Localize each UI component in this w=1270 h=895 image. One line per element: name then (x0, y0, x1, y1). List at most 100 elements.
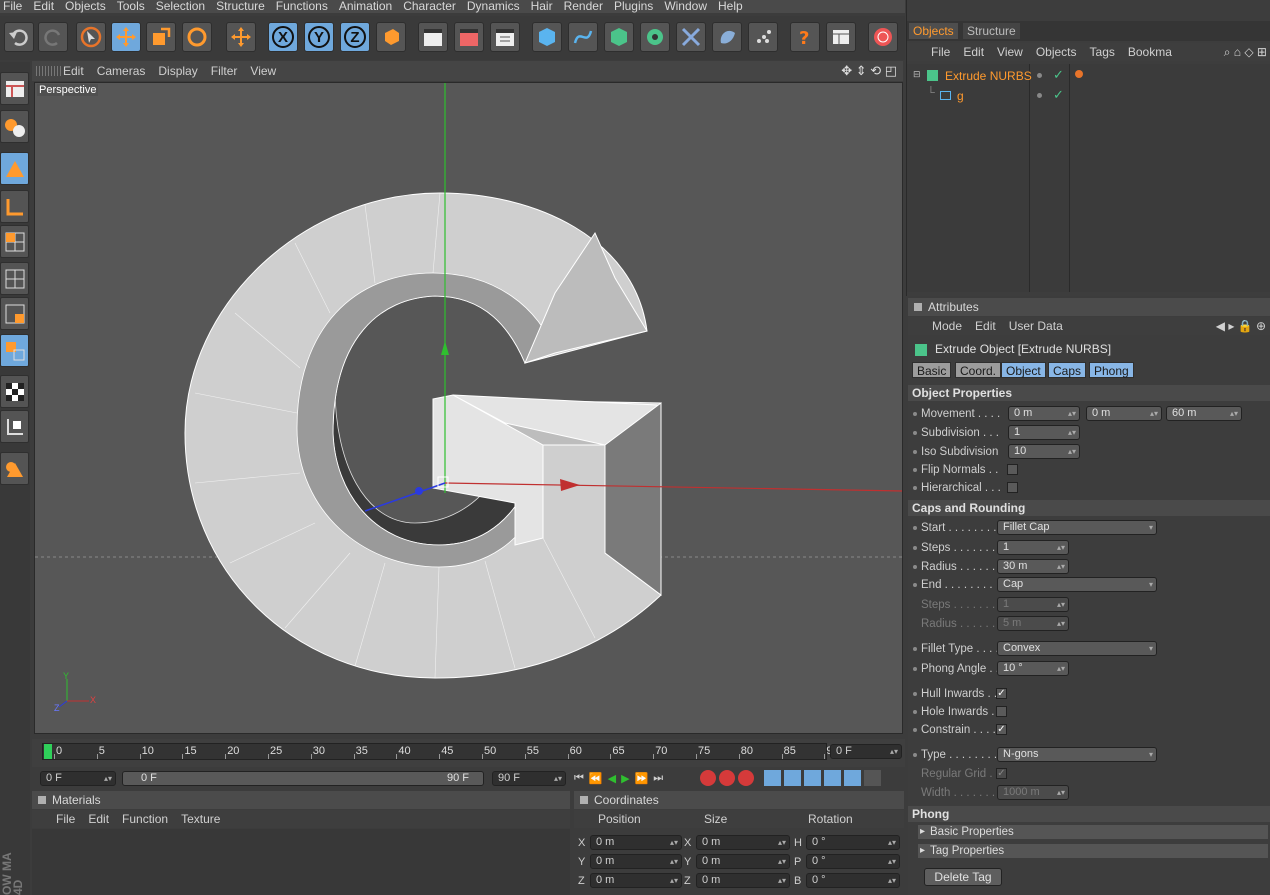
constrain-checkbox[interactable]: ✓ (996, 724, 1007, 735)
hole-inwards-checkbox[interactable] (996, 706, 1007, 717)
deformer-icon[interactable] (676, 22, 706, 52)
viewport-menu-cameras[interactable]: Cameras (97, 64, 159, 78)
menu-dynamics[interactable]: Dynamics (464, 0, 528, 13)
particles-icon[interactable] (748, 22, 778, 52)
tab-caps[interactable]: Caps (1048, 362, 1087, 378)
prev-key-icon[interactable]: ⏪ (589, 772, 603, 785)
enabled-check-icon[interactable]: ✓ (1053, 67, 1064, 83)
autokey-icon[interactable] (719, 770, 735, 786)
tree-row-extrude[interactable]: ⊟ Extrude NURBS ✓ (907, 67, 1269, 87)
model-mode-icon[interactable] (0, 110, 29, 143)
play-forward-icon[interactable]: ▶ (621, 772, 629, 785)
tab-phong[interactable]: Phong (1089, 362, 1134, 378)
object-name-g[interactable]: g (957, 89, 964, 103)
subdivision-field[interactable]: 1 ▴▾ (1008, 425, 1080, 440)
scene-object-icon[interactable] (712, 22, 742, 52)
workplane-icon[interactable] (0, 410, 29, 443)
objects-menu-tags[interactable]: Tags (1090, 45, 1128, 59)
menu-objects[interactable]: Objects (62, 0, 114, 13)
help-icon[interactable]: ? (790, 22, 820, 52)
objects-menu-file[interactable]: File (931, 45, 963, 59)
type-dropdown[interactable]: N-gons ▾ (997, 747, 1157, 762)
menu-file[interactable]: File (0, 0, 30, 13)
end-frame-field[interactable]: 90 F ▴▾ (492, 771, 566, 786)
radius-field[interactable]: 30 m ▴▾ (997, 559, 1069, 574)
delete-tag-button[interactable]: Delete Tag (924, 868, 1002, 886)
viewport-nav-icons[interactable]: ✥ ⇕ ⟲ ◰ (841, 63, 903, 79)
materials-area[interactable] (32, 829, 570, 895)
visibility-dot-icon-2[interactable] (1037, 93, 1042, 98)
timeline-settings-icon[interactable] (864, 770, 881, 786)
current-frame-field[interactable]: 0 F ▴▾ (830, 744, 902, 759)
end-dropdown[interactable]: Cap ▾ (997, 577, 1157, 592)
nurbs-icon[interactable] (604, 22, 634, 52)
move-tool-icon[interactable] (111, 22, 141, 52)
key-rotation-icon[interactable] (804, 770, 821, 786)
materials-menu-function[interactable]: Function (122, 812, 181, 826)
render-region-icon[interactable] (454, 22, 484, 52)
menu-animation[interactable]: Animation (336, 0, 400, 13)
go-to-end-icon[interactable]: ⏭ (653, 772, 663, 785)
key-scale-icon[interactable] (784, 770, 801, 786)
texture-mode-icon[interactable] (0, 375, 29, 408)
menu-character[interactable]: Character (400, 0, 464, 13)
axis-mode-icon[interactable] (0, 190, 29, 223)
start-frame-field[interactable]: 0 F ▴▾ (40, 771, 116, 786)
movement-x-field[interactable]: 0 m ▴▾ (1008, 406, 1080, 421)
materials-menu-edit[interactable]: Edit (88, 812, 122, 826)
start-dropdown[interactable]: Fillet Cap ▾ (997, 520, 1157, 535)
polygons-mode-icon[interactable] (0, 297, 29, 330)
objects-toolbar-icons[interactable]: ⌕ ⌂ ◇ ⊞ (1224, 45, 1270, 60)
objects-menu-bookmarks[interactable]: Bookma (1128, 45, 1185, 59)
visibility-dot-icon[interactable] (1037, 73, 1042, 78)
undo-icon[interactable] (4, 22, 34, 52)
z-axis-lock-button[interactable]: Z (340, 22, 370, 52)
edges-mode-icon[interactable] (0, 262, 29, 295)
rotate-tool-icon[interactable] (182, 22, 212, 52)
movement-z-field[interactable]: 60 m ▴▾ (1166, 406, 1242, 421)
size-z-field[interactable]: 0 m ▴▾ (696, 873, 790, 888)
uv-mode-icon[interactable] (0, 334, 29, 367)
y-axis-lock-button[interactable]: Y (304, 22, 334, 52)
objects-menu-objects[interactable]: Objects (1036, 45, 1090, 59)
object-mode-icon[interactable] (0, 152, 29, 185)
movement-y-field[interactable]: 0 m ▴▾ (1086, 406, 1162, 421)
key-parameter-icon[interactable] (824, 770, 841, 786)
steps-field[interactable]: 1 ▴▾ (997, 540, 1069, 555)
menu-structure[interactable]: Structure (213, 0, 273, 13)
render-settings-icon[interactable] (490, 22, 520, 52)
tab-structure[interactable]: Structure (963, 23, 1020, 39)
attributes-menu-userdata[interactable]: User Data (1009, 319, 1076, 333)
tab-objects[interactable]: Objects (909, 23, 958, 39)
3d-viewport[interactable]: Perspective Y Z X (34, 82, 903, 734)
object-name-extrude[interactable]: Extrude NURBS (945, 69, 1032, 83)
layout-icon[interactable] (826, 22, 856, 52)
tab-object[interactable]: Object (1001, 362, 1046, 378)
size-x-field[interactable]: 0 m ▴▾ (696, 835, 790, 850)
key-position-icon[interactable] (764, 770, 781, 786)
rotation-p-field[interactable]: 0 ° ▴▾ (806, 854, 900, 869)
attributes-menu-mode[interactable]: Mode (932, 319, 975, 333)
web-icon[interactable] (868, 22, 898, 52)
menu-help[interactable]: Help (715, 0, 751, 13)
menu-edit[interactable]: Edit (30, 0, 62, 13)
tag-properties-accordion[interactable]: Tag Properties (918, 844, 1268, 858)
live-select-icon[interactable] (76, 22, 106, 52)
coordinate-system-icon[interactable] (376, 22, 406, 52)
solo-mode-icon[interactable] (0, 452, 29, 485)
position-x-field[interactable]: 0 m ▴▾ (590, 835, 682, 850)
menu-selection[interactable]: Selection (153, 0, 213, 13)
array-icon[interactable] (640, 22, 670, 52)
next-key-icon[interactable]: ⏩ (635, 772, 649, 785)
viewport-menu-display[interactable]: Display (158, 64, 210, 78)
menu-hair[interactable]: Hair (528, 0, 561, 13)
play-backward-icon[interactable]: ◀ (608, 772, 616, 785)
hierarchical-checkbox[interactable] (1007, 482, 1018, 493)
viewport-menu-view[interactable]: View (250, 64, 289, 78)
spline-icon[interactable] (568, 22, 598, 52)
timeline-track[interactable]: 051015202530354045505560657075808590 (42, 743, 839, 760)
tree-row-g[interactable]: └ g ✓ (907, 87, 1269, 107)
viewport-layout-icon[interactable] (0, 72, 29, 105)
menu-functions[interactable]: Functions (273, 0, 336, 13)
x-axis-lock-button[interactable]: X (268, 22, 298, 52)
